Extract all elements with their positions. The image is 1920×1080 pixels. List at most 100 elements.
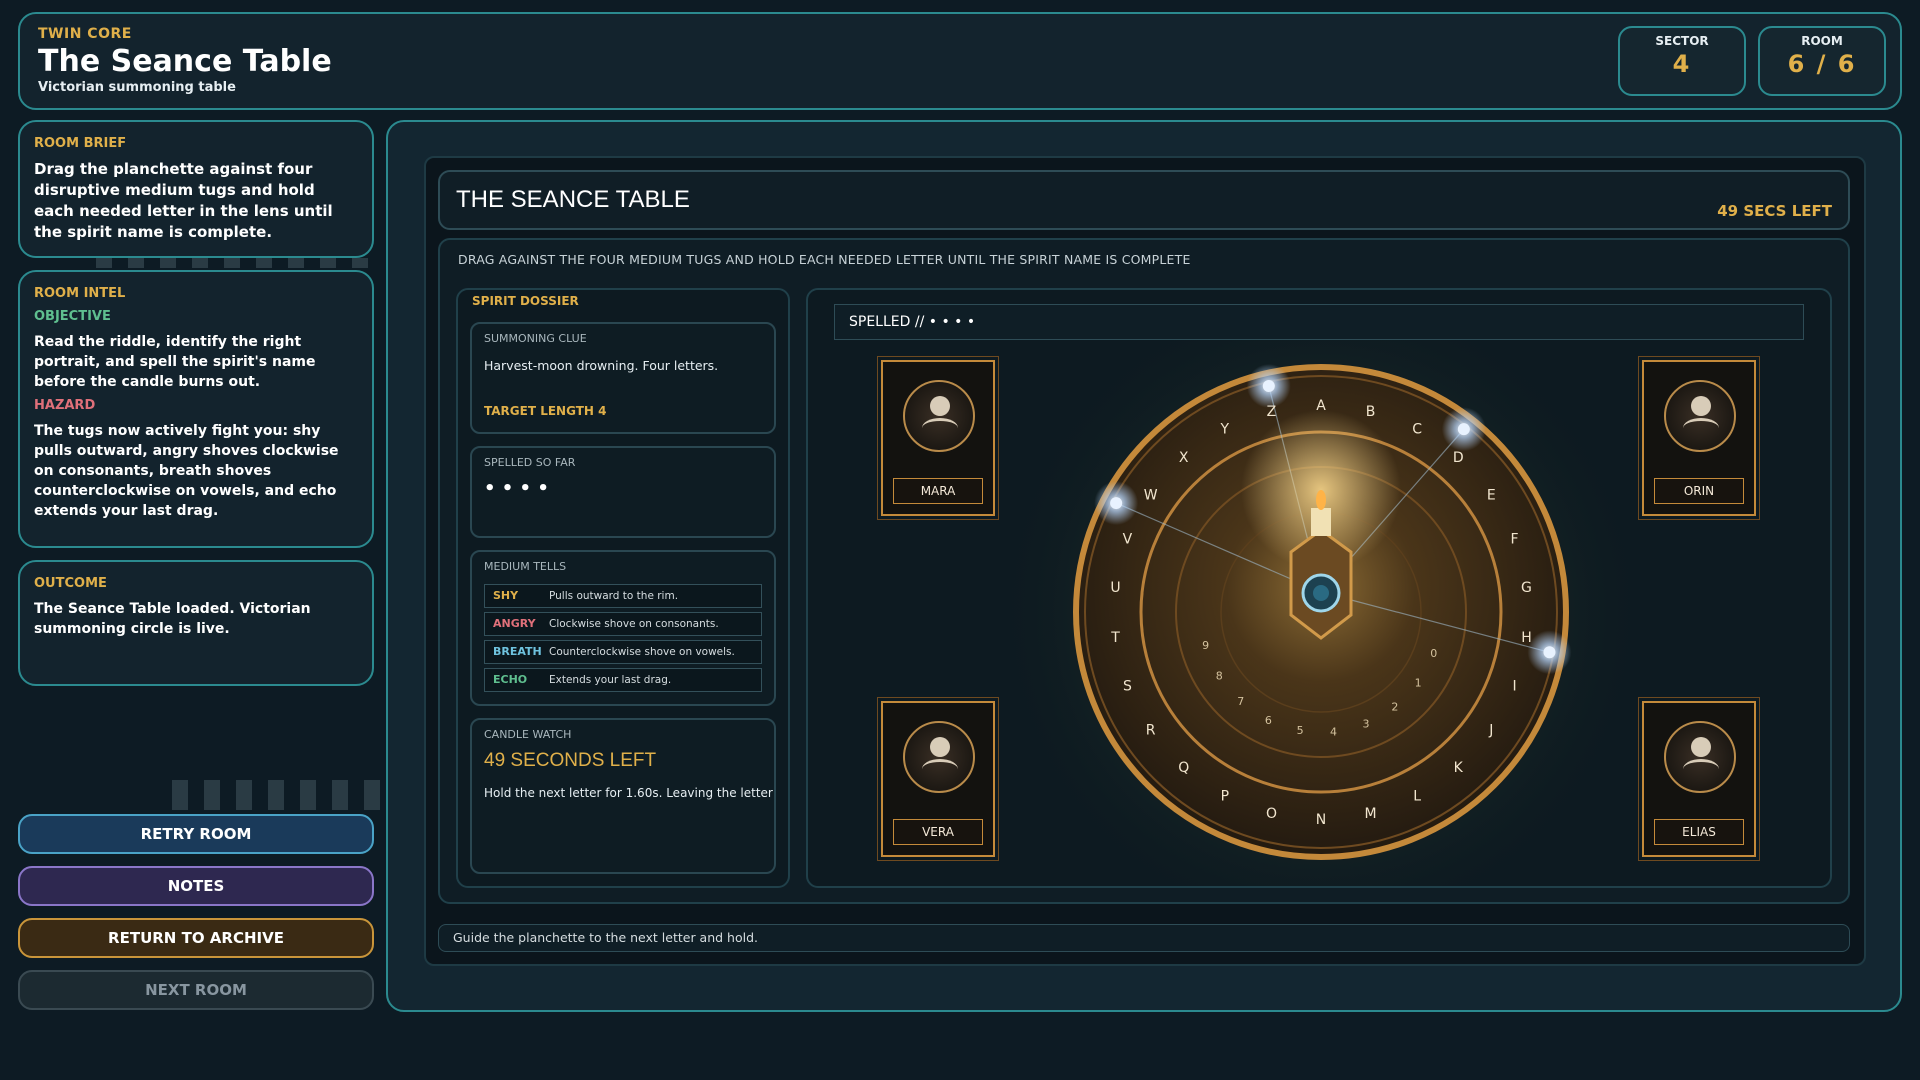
board-digit-7: 7 [1237,695,1244,708]
spirit-face-icon [930,737,950,757]
tell-desc: Clockwise shove on consonants. [549,618,719,630]
board-letter-l[interactable]: L [1413,788,1421,804]
game-title: THE SEANCE TABLE [456,186,690,213]
spirit-body-icon [922,759,958,779]
header-kicker: TWIN CORE [38,26,132,42]
outcome-card: OUTCOME The Seance Table loaded. Victori… [18,560,374,686]
tells-heading: MEDIUM TELLS [484,560,567,573]
candle-text: Hold the next letter for 1.60s. Leaving … [484,786,773,800]
portrait-mara[interactable]: MARA [881,360,995,516]
outcome-text: The Seance Table loaded. Victorian summo… [34,601,311,637]
board-letter-v[interactable]: V [1123,532,1133,548]
room-label: ROOM [1801,34,1843,48]
portrait-medallion [1664,721,1736,793]
clue-text: Harvest-moon drowning. Four letters. [484,358,719,373]
board-letter-p[interactable]: P [1221,788,1229,804]
board-letter-s[interactable]: S [1123,678,1132,694]
spirit-body-icon [1683,759,1719,779]
board-digit-2: 2 [1391,701,1398,714]
portrait-elias[interactable]: ELIAS [1642,701,1756,857]
objective-text: Read the riddle, identify the right port… [34,334,316,390]
candle-value: 49 SECONDS LEFT [484,750,657,771]
board-digit-4: 4 [1330,725,1337,738]
board-digit-0: 0 [1430,647,1437,660]
top-header: TWIN CORE The Seance Table Victorian sum… [18,12,1902,110]
board-letter-x[interactable]: X [1179,450,1189,466]
board-letter-t[interactable]: T [1110,630,1120,646]
board-digit-1: 1 [1415,677,1422,690]
spirit-face-icon [930,396,950,416]
board-digit-6: 6 [1265,714,1272,727]
retry-room-button[interactable]: RETRY ROOM [18,814,374,854]
portrait-medallion [903,721,975,793]
spelled-so-far-card: SPELLED SO FAR • • • • [470,446,776,538]
status-footer: Guide the planchette to the next letter … [438,924,1850,952]
portrait-orin[interactable]: ORIN [1642,360,1756,516]
spirit-face-icon [1691,396,1711,416]
outcome-heading: OUTCOME [34,576,107,591]
board-letter-d[interactable]: D [1453,450,1464,466]
notes-button[interactable]: NOTES [18,866,374,906]
room-brief-card: ROOM BRIEF Drag the planchette against f… [18,120,374,258]
tell-row-angry: ANGRY Clockwise shove on consonants. [484,612,762,636]
room-brief-heading: ROOM BRIEF [34,136,127,151]
hazard-text: The tugs now actively fight you: shy pul… [34,423,339,519]
board-digit-8: 8 [1216,670,1223,683]
board-letter-g[interactable]: G [1521,580,1532,596]
tell-desc: Counterclockwise shove on vowels. [549,646,735,658]
board-letter-m[interactable]: M [1364,806,1376,822]
tug-spark-icon [1110,497,1123,510]
hazard-heading: HAZARD [34,398,96,413]
tell-key: ECHO [493,673,528,686]
tell-desc: Pulls outward to the rim. [549,590,679,602]
board-letter-f[interactable]: F [1511,532,1519,548]
board-letter-o[interactable]: O [1266,806,1277,822]
sector-label: SECTOR [1655,34,1709,48]
board-letter-r[interactable]: R [1146,723,1156,739]
objective-heading: OBJECTIVE [34,309,111,324]
portrait-name: ELIAS [1654,819,1744,845]
board-letter-y[interactable]: Y [1220,422,1230,438]
target-length: TARGET LENGTH 4 [484,404,607,418]
next-room-button[interactable]: NEXT ROOM [18,970,374,1010]
spirit-body-icon [1683,418,1719,438]
tell-row-breath: BREATH Counterclockwise shove on vowels. [484,640,762,664]
spelled-value: • • • • [484,478,549,499]
board-letter-u[interactable]: U [1110,580,1120,596]
room-value: 6 / 6 [1787,50,1857,78]
portrait-name: MARA [893,478,983,504]
lens-core [1313,585,1329,601]
room-intel-card: ROOM INTEL OBJECTIVE Read the riddle, id… [18,270,374,548]
clue-heading: SUMMONING CLUE [484,332,587,345]
dossier-heading: SPIRIT DOSSIER [472,294,579,308]
room-brief-text: Drag the planchette against four disrupt… [34,160,333,241]
spelled-heading: SPELLED SO FAR [484,456,576,469]
board-letter-c[interactable]: C [1412,422,1422,438]
board-letter-q[interactable]: Q [1178,760,1189,776]
board-letter-i[interactable]: I [1512,678,1516,694]
board-letter-k[interactable]: K [1454,760,1464,776]
board-letter-n[interactable]: N [1316,812,1326,828]
tell-key: SHY [493,589,519,602]
sector-value: 4 [1672,50,1692,78]
spirit-face-icon [1691,737,1711,757]
board-letter-b[interactable]: B [1366,404,1376,420]
board-letter-e[interactable]: E [1487,487,1496,503]
tell-desc: Extends your last drag. [549,674,672,686]
portrait-vera[interactable]: VERA [881,701,995,857]
tell-row-echo: ECHO Extends your last drag. [484,668,762,692]
tug-spark-icon [1543,646,1556,659]
board-letter-j[interactable]: J [1488,723,1493,739]
return-to-archive-button[interactable]: RETURN TO ARCHIVE [18,918,374,958]
tug-spark-icon [1262,379,1275,392]
game-title-bar: THE SEANCE TABLE 49 SECS LEFT [438,170,1850,230]
tell-row-shy: SHY Pulls outward to the rim. [484,584,762,608]
summoning-clue-card: SUMMONING CLUE Harvest-moon drowning. Fo… [470,322,776,434]
board-letter-w[interactable]: W [1144,487,1158,503]
tug-spark-icon [1457,423,1470,436]
page-title: The Seance Table [38,44,332,79]
candle-heading: CANDLE WATCH [484,728,572,741]
room-box: ROOM 6 / 6 [1758,26,1886,96]
medium-tells-card: MEDIUM TELLS SHY Pulls outward to the ri… [470,550,776,706]
candle-flame-icon [1316,490,1326,510]
